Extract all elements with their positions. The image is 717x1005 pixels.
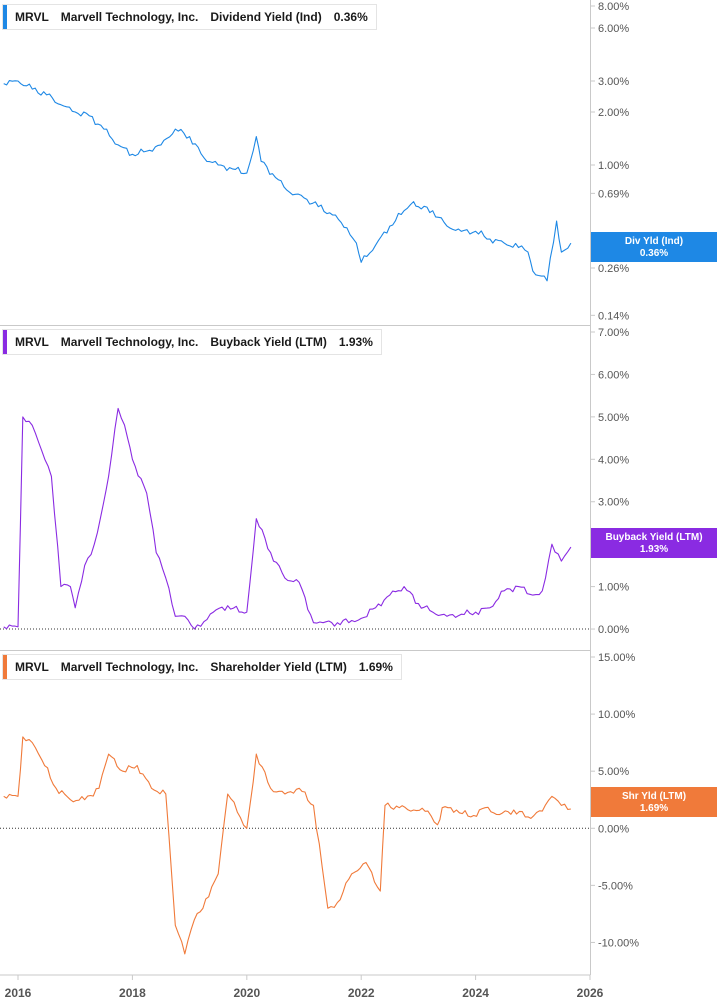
y-tick-label: 1.00%: [598, 582, 629, 594]
y-tick-label: 15.00%: [598, 652, 636, 664]
company-label: Marvell Technology, Inc.: [60, 660, 199, 674]
chart-root: 8.00% 6.00% 3.00% 2.00% 1.00% 0.69% 0.26% 0.14%…: [0, 0, 717, 1005]
y-tick-label: 0.14%: [598, 310, 629, 322]
y-tick-label: 6.00%: [598, 23, 629, 35]
company-label: Marvell Technology, Inc.: [60, 335, 199, 349]
y-tick-label: 3.00%: [598, 76, 629, 88]
y-tick-label: 0.00%: [598, 624, 629, 636]
y-tick-label: 0.00%: [598, 823, 629, 835]
y-tick-label: 1.00%: [598, 160, 629, 172]
y-tick-label: -10.00%: [598, 937, 639, 949]
y-tick-label: 4.00%: [598, 454, 629, 466]
chart-canvas: 8.00% 6.00% 3.00% 2.00% 1.00% 0.69% 0.26% 0.14%…: [0, 1, 717, 1000]
value-badge-value: 0.36%: [640, 248, 668, 259]
x-tick-label: 2024: [462, 986, 489, 1000]
x-tick-label: 2020: [233, 986, 260, 1000]
panel-label-buyback: MRVL Marvell Technology, Inc. Buyback Yi…: [2, 329, 382, 355]
y-tick-label: 6.00%: [598, 369, 629, 381]
y-tick-label: 8.00%: [598, 1, 629, 13]
y-tick-label: 7.00%: [598, 327, 629, 339]
y-tick-label: 3.00%: [598, 497, 629, 509]
x-tick-label: 2026: [577, 986, 604, 1000]
series-line: [3, 407, 572, 630]
y-tick-label: -5.00%: [598, 880, 633, 892]
series-swatch: [3, 5, 7, 29]
company-label: Marvell Technology, Inc.: [60, 10, 199, 24]
y-tick-label: 2.00%: [598, 107, 629, 119]
y-tick-label: 5.00%: [598, 412, 629, 424]
y-tick-label: 5.00%: [598, 766, 629, 778]
ticker-label: MRVL: [15, 335, 49, 349]
y-tick-label: 0.26%: [598, 263, 629, 275]
metric-label: Shareholder Yield (LTM): [210, 660, 347, 674]
x-tick-label: 2016: [5, 986, 32, 1000]
y-tick-label: 0.69%: [598, 188, 629, 200]
value-badge-value: 1.69%: [640, 803, 668, 814]
panel-divider: [0, 650, 591, 651]
value-badge-label: Buyback Yield (LTM): [605, 532, 702, 543]
metric-value: 0.36%: [333, 10, 368, 24]
series-line: [3, 80, 572, 282]
series-swatch: [3, 655, 7, 679]
metric-label: Dividend Yield (Ind): [210, 10, 322, 24]
series-swatch: [3, 330, 7, 354]
series-line: [3, 736, 571, 955]
value-badge-value: 1.93%: [640, 544, 668, 555]
metric-value: 1.93%: [338, 335, 373, 349]
ticker-label: MRVL: [15, 660, 49, 674]
x-tick-label: 2018: [119, 986, 146, 1000]
y-axis-line: [590, 0, 591, 975]
panel-label-shareholder: MRVL Marvell Technology, Inc. Shareholde…: [2, 654, 402, 680]
value-badge-label: Shr Yld (LTM): [622, 791, 686, 802]
panel-divider: [0, 325, 591, 326]
panel-label-dividend: MRVL Marvell Technology, Inc. Dividend Y…: [2, 4, 377, 30]
metric-value: 1.69%: [358, 660, 393, 674]
value-badge-label: Div Yld (Ind): [625, 236, 683, 247]
y-tick-label: 10.00%: [598, 709, 636, 721]
x-tick-label: 2022: [348, 986, 375, 1000]
ticker-label: MRVL: [15, 10, 49, 24]
metric-label: Buyback Yield (LTM): [210, 335, 327, 349]
